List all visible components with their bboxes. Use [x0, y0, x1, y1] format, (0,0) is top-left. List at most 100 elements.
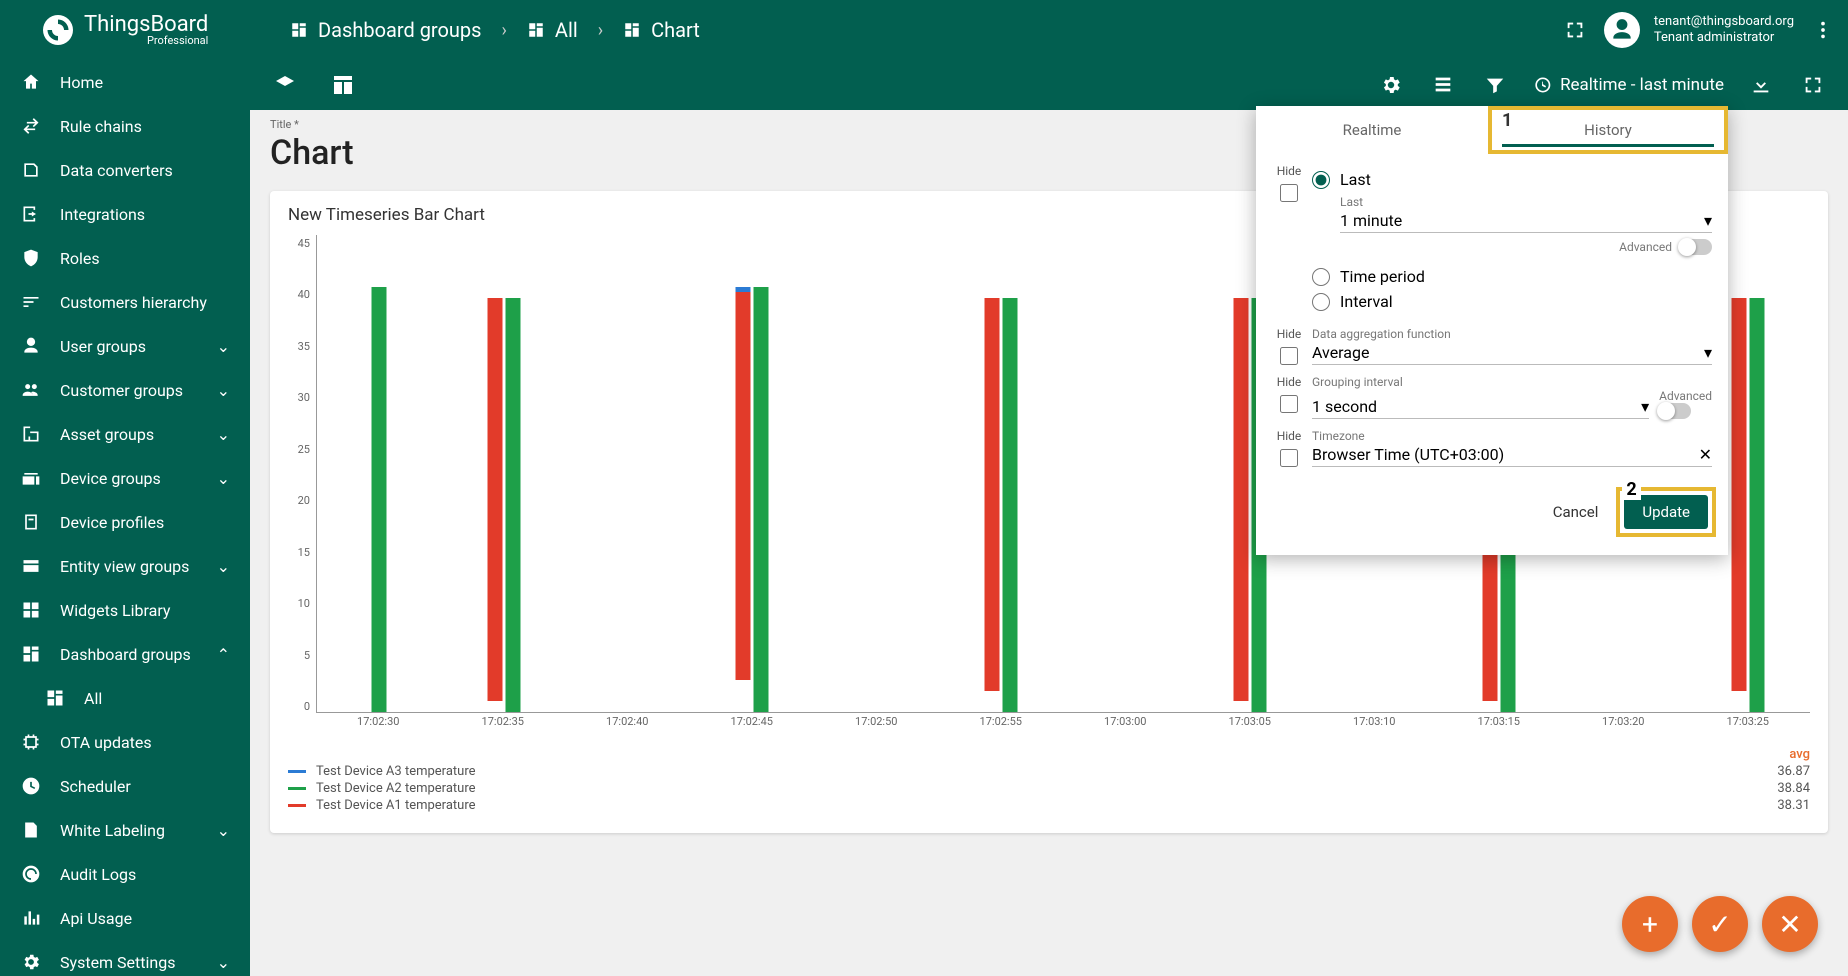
brand-logo[interactable]: ThingsBoard Professional [10, 12, 260, 48]
update-button[interactable]: Update [1624, 495, 1708, 529]
sidebar-item-asset-groups[interactable]: Asset groups ⌄ [0, 412, 250, 456]
legend-item[interactable]: Test Device A3 temperature36.87 [288, 764, 1810, 779]
chevron-down-icon: ⌄ [217, 425, 230, 444]
fullscreen-icon[interactable] [1560, 15, 1590, 45]
layers-icon[interactable] [270, 70, 300, 100]
avatar[interactable] [1604, 12, 1640, 48]
legend-swatch [288, 804, 306, 807]
hide-tz-checkbox[interactable] [1280, 449, 1298, 467]
sidebar-item-label: Customer groups [60, 381, 183, 400]
sidebar-item-label: System Settings [60, 953, 175, 972]
annotation-2: 2 [1622, 479, 1640, 500]
dashboards-icon [44, 688, 66, 708]
agg-select[interactable]: Average▾ [1312, 341, 1712, 365]
fullscreen-icon[interactable] [1798, 70, 1828, 100]
sidebar-item-user-groups[interactable]: User groups⌄ [0, 324, 250, 368]
sidebar-item-data-converters[interactable]: Data converters [0, 148, 250, 192]
sidebar-item-customers-hierarchy[interactable]: Customers hierarchy [0, 280, 250, 324]
brand-icon [40, 12, 76, 48]
gear-icon[interactable] [1376, 70, 1406, 100]
sidebar-item-label: Widgets Library [60, 601, 170, 620]
sidebar-item-home[interactable]: Home [0, 60, 250, 104]
annotation-1: 1 [1498, 110, 1516, 131]
devices-icon [20, 468, 42, 488]
filter-icon[interactable] [1480, 70, 1510, 100]
sidebar-item-dashboard-groups[interactable]: Dashboard groups⌃ [0, 632, 250, 676]
grp-field-label: Grouping interval [1312, 375, 1712, 389]
legend: avgTest Device A3 temperature36.87Test D… [288, 747, 1810, 813]
sidebar-item-all[interactable]: All [0, 676, 250, 720]
last-select[interactable]: 1 minute▾ [1340, 209, 1712, 233]
grp-select[interactable]: 1 second▾ [1312, 395, 1649, 419]
radio-period[interactable]: Time period [1312, 267, 1712, 286]
entity-aliases-icon[interactable] [1428, 70, 1458, 100]
sidebar-item-integrations[interactable]: Integrations [0, 192, 250, 236]
sidebar-item-ota-updates[interactable]: OTA updates [0, 720, 250, 764]
trackchanges-icon [20, 864, 42, 884]
add-fab[interactable]: + [1622, 896, 1678, 952]
sidebar-item-entity-view-groups[interactable]: Entity view groups⌄ [0, 544, 250, 588]
radio-interval[interactable]: Interval [1312, 292, 1712, 311]
breadcrumb-item[interactable]: Chart [623, 18, 700, 42]
timewindow-button[interactable]: Realtime - last minute [1532, 75, 1724, 95]
bar-group [736, 287, 769, 712]
x-tick: 17:03:00 [1104, 715, 1146, 728]
sidebar-item-white-labeling[interactable]: White Labeling⌄ [0, 808, 250, 852]
x-tick: 17:02:45 [731, 715, 773, 728]
sort-icon [20, 292, 42, 312]
sidebar-item-system-settings[interactable]: System Settings⌄ [0, 940, 250, 976]
sidebar-item-rule-chains[interactable]: Rule chains [0, 104, 250, 148]
close-icon[interactable]: ✕ [1699, 445, 1712, 464]
legend-item[interactable]: Test Device A1 temperature38.31 [288, 798, 1810, 813]
advanced-toggle[interactable] [1680, 239, 1712, 255]
hide-label: Hide [1277, 327, 1302, 341]
sidebar-item-label: Customers hierarchy [60, 293, 207, 312]
chevron-down-icon: ⌄ [217, 557, 230, 576]
hide-history-checkbox[interactable] [1280, 184, 1298, 202]
sidebar-item-audit-logs[interactable]: Audit Logs [0, 852, 250, 896]
download-icon[interactable] [1746, 70, 1776, 100]
x-tick: 17:02:35 [482, 715, 524, 728]
tz-select[interactable]: Browser Time (UTC+03:00)✕ [1312, 443, 1712, 467]
hide-grp-checkbox[interactable] [1280, 395, 1298, 413]
settings-icon [20, 952, 42, 972]
apply-fab[interactable]: ✓ [1692, 896, 1748, 952]
advanced-toggle[interactable] [1659, 403, 1691, 419]
swap-icon [20, 116, 42, 136]
sidebar-item-widgets-library[interactable]: Widgets Library [0, 588, 250, 632]
timewindow-panel: Realtime 1 History Hide Last Last 1 minu… [1256, 106, 1728, 555]
history-icon [1532, 75, 1552, 95]
home-icon [20, 72, 42, 92]
x-tick: 17:03:15 [1478, 715, 1520, 728]
tab-realtime[interactable]: Realtime [1256, 106, 1488, 154]
sidebar-item-device-groups[interactable]: Device groups⌄ [0, 456, 250, 500]
x-tick: 17:02:55 [980, 715, 1022, 728]
sidebar-item-roles[interactable]: Roles [0, 236, 250, 280]
hide-agg-checkbox[interactable] [1280, 347, 1298, 365]
last-field-label: Last [1340, 195, 1712, 209]
tz-field-label: Timezone [1312, 429, 1712, 443]
sidebar-item-label: Audit Logs [60, 865, 136, 884]
group-icon [20, 380, 42, 400]
x-tick: 17:02:30 [357, 715, 399, 728]
more-vert-icon[interactable] [1808, 15, 1838, 45]
bar-group [985, 298, 1018, 712]
breadcrumb-item[interactable]: All [527, 18, 578, 42]
close-fab[interactable]: ✕ [1762, 896, 1818, 952]
chevron-down-icon: ⌄ [217, 381, 230, 400]
sidebar-item-scheduler[interactable]: Scheduler [0, 764, 250, 808]
x-tick: 17:03:05 [1229, 715, 1271, 728]
dashboard-icon [20, 644, 42, 664]
breadcrumb-item[interactable]: Dashboard groups [290, 18, 482, 42]
sidebar-item-api-usage[interactable]: Api Usage [0, 896, 250, 940]
tab-history[interactable]: 1 History [1488, 106, 1728, 154]
radio-last[interactable]: Last [1312, 170, 1712, 189]
legend-item[interactable]: Test Device A2 temperature38.84 [288, 781, 1810, 796]
sidebar-item-label: Asset groups [60, 425, 154, 444]
cancel-button[interactable]: Cancel [1553, 503, 1599, 521]
sidebar-item-device-profiles[interactable]: Device profiles [0, 500, 250, 544]
layouts-icon[interactable] [328, 70, 358, 100]
shield-icon [20, 248, 42, 268]
sidebar-item-customer-groups[interactable]: Customer groups ⌄ [0, 368, 250, 412]
sidebar-item-label: Home [60, 73, 103, 92]
